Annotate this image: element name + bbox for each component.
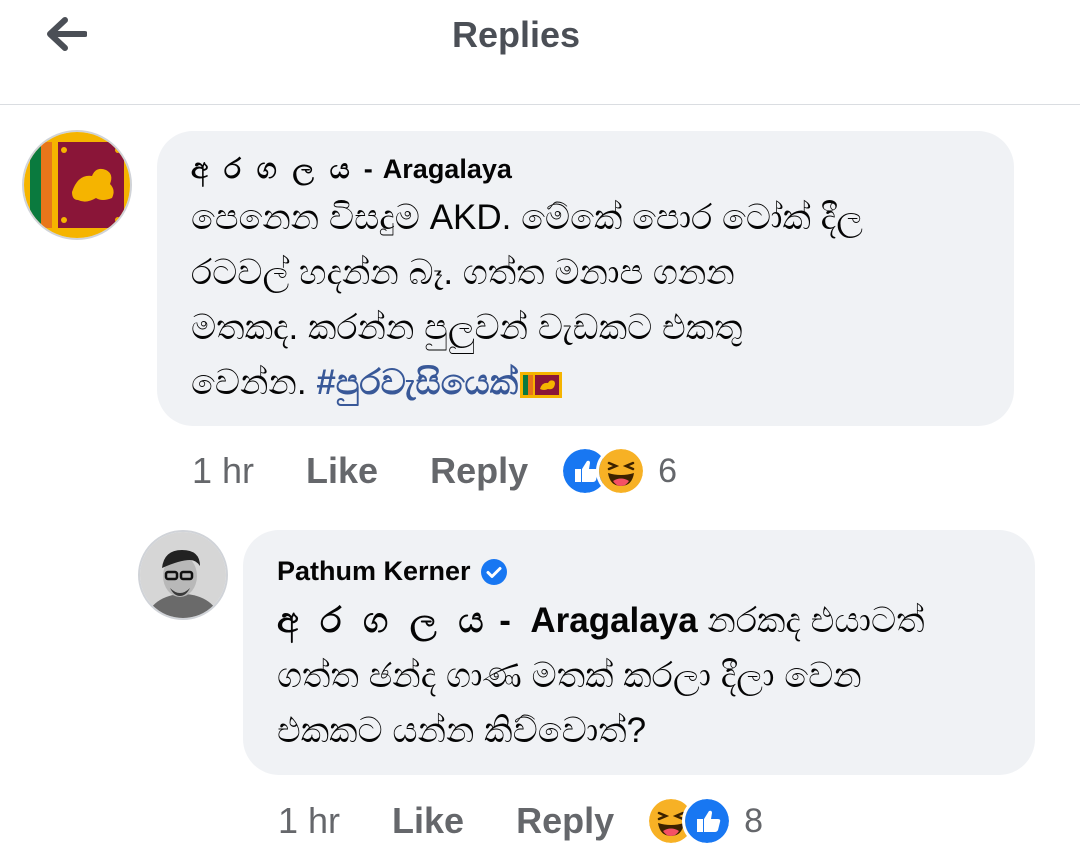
sri-lanka-flag-avatar [24, 132, 130, 238]
like-button[interactable]: Like [306, 450, 378, 492]
reply-button[interactable]: Reply [516, 800, 614, 842]
avatar[interactable] [138, 530, 228, 620]
author-name: Pathum Kerner [277, 556, 471, 586]
reaction-count: 8 [744, 801, 764, 840]
reactions-summary[interactable]: 6 [560, 446, 677, 496]
author-name-separator: - [363, 154, 373, 184]
comment-author[interactable]: Pathum Kerner [277, 556, 1001, 587]
comment-actions: 1 hr Like Reply 6 [192, 446, 677, 496]
comment-author[interactable]: අ ර ග ල ය - Aragalaya [191, 153, 980, 186]
comment-line: රටවල් හදන්න බෑ. ගත්ත මනාප ගනන [191, 253, 735, 292]
comment-text: අ ර ග ල ය - Aragalaya නරකද එයාටත් ගත්ත ඡ… [277, 593, 1001, 758]
mention-tag[interactable]: අ ර ග ල ය - Aragalaya [277, 601, 698, 640]
comment-line: මතකද. කරන්න පුලුවන් වැඩකට එකතු [191, 308, 743, 347]
comment-line: පෙනෙන විසදුම AKD. මේකේ පොර ටෝක් දීල [191, 198, 863, 237]
like-button[interactable]: Like [392, 800, 464, 842]
profile-photo [140, 532, 226, 618]
page-title: Replies [451, 14, 581, 55]
haha-reaction-icon [596, 446, 647, 496]
header-bar: Replies [0, 0, 1080, 105]
verified-badge-icon [480, 558, 507, 585]
sri-lanka-flag-emoji-icon [520, 371, 563, 398]
comment-bubble[interactable]: අ ර ග ල ය - Aragalaya පෙනෙන විසදුම AKD. … [157, 131, 1014, 426]
comment-line: වෙන්න. #පුරවැසියෙක් [191, 355, 980, 410]
mention-separator: - [499, 601, 511, 640]
author-name-latin: Aragalaya [382, 154, 512, 184]
comment-actions: 1 hr Like Reply 8 [278, 796, 763, 846]
comment-line: එකකට යන්න කිව්වොත්? [277, 711, 647, 750]
comment-timestamp[interactable]: 1 hr [192, 450, 254, 492]
like-reaction-icon [682, 796, 733, 846]
comment-text: පෙනෙන විසදුම AKD. මේකේ පොර ටෝක් දීල රටවල… [191, 190, 980, 410]
comment-line: අ ර ග ල ය - Aragalaya නරකද එයාටත් [277, 593, 1001, 648]
reply-button[interactable]: Reply [430, 450, 528, 492]
reaction-count: 6 [658, 451, 678, 490]
comment-line-text: නරකද එයාටත් [707, 601, 925, 640]
avatar[interactable] [22, 130, 132, 240]
comment-line: ගත්ත ඡන්ද ගාණ මතක් කරලා දීලා වෙන [277, 656, 862, 695]
mention-name-latin: Aragalaya [530, 601, 698, 640]
author-name-sinhala: අ ර ග ල ය [191, 153, 354, 184]
comment-timestamp[interactable]: 1 hr [278, 800, 340, 842]
reactions-summary[interactable]: 8 [646, 796, 763, 846]
comment-line-text: වෙන්න. [191, 363, 307, 402]
hashtag-link[interactable]: #පුරවැසියෙක් [316, 363, 518, 402]
mention-name-sinhala: අ ර ග ල ය [277, 601, 490, 640]
comment-bubble[interactable]: Pathum Kerner අ ර ග ල ය - Aragalaya නරකද… [243, 530, 1035, 775]
